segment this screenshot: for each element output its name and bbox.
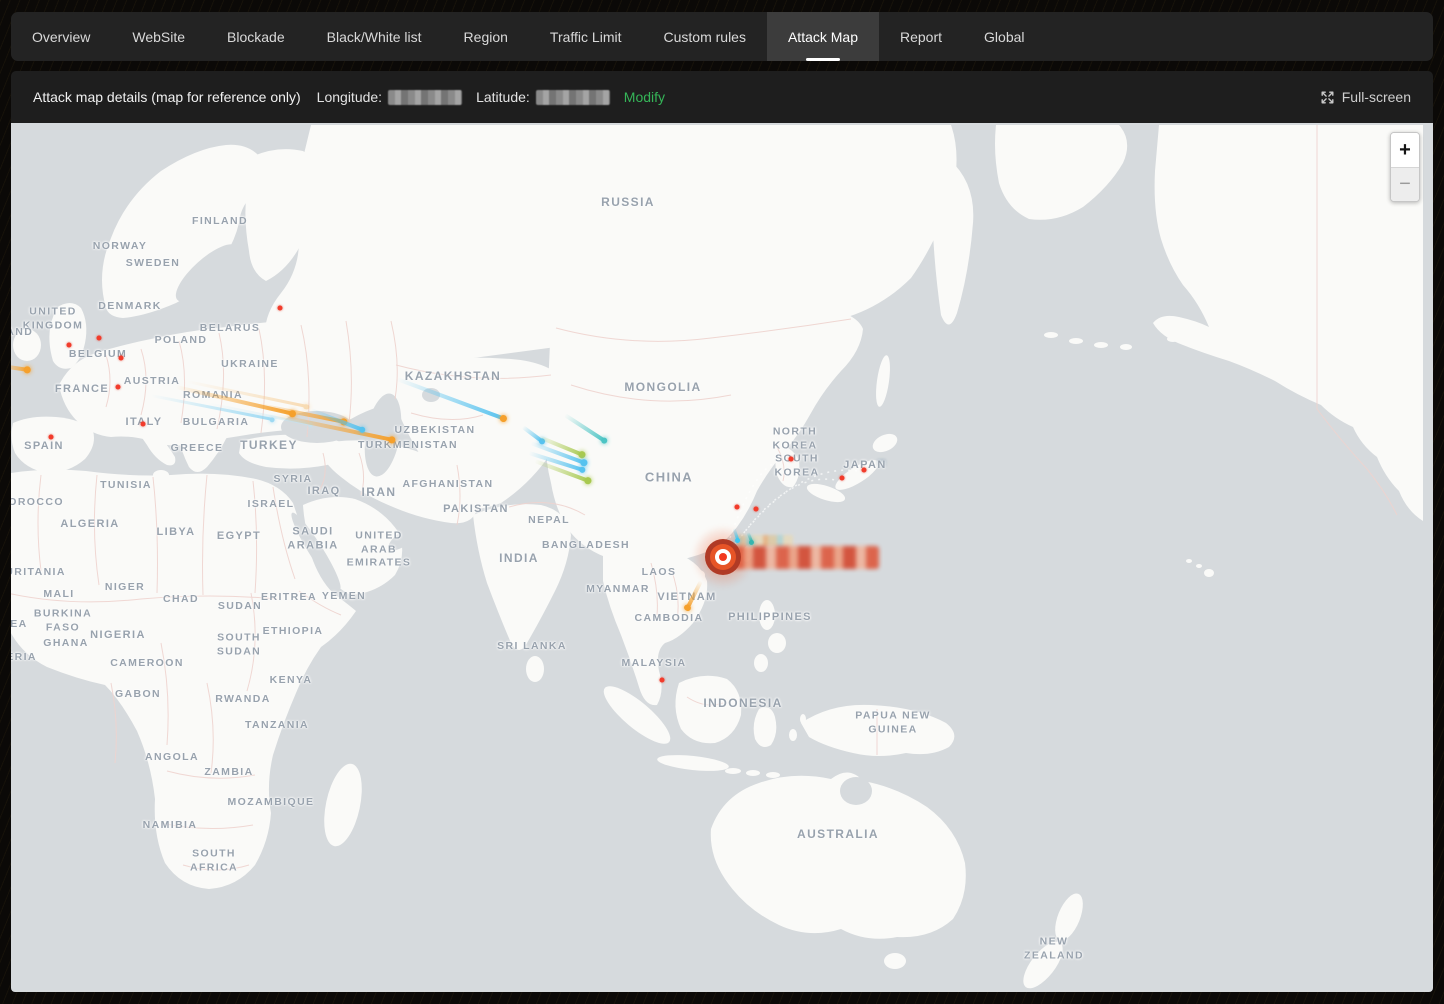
tab-blockade[interactable]: Blockade [206,12,306,61]
attack-source-dot [754,507,759,512]
attack-source-dot [840,476,845,481]
marker-core [719,553,727,561]
page-title: Attack map details (map for reference on… [33,89,301,105]
fullscreen-label: Full-screen [1342,89,1411,105]
nav-tabs: OverviewWebSiteBlockadeBlack/White listR… [11,12,1433,61]
fullscreen-button[interactable]: Full-screen [1320,89,1411,105]
attack-source-dot [97,336,102,341]
tab-region[interactable]: Region [443,12,529,61]
zoom-in-button[interactable]: + [1391,133,1419,167]
latitude-label: Latitude: [476,89,530,105]
attack-source-dot [862,468,867,473]
map-zoom-control: + − [1390,132,1420,202]
attack-map-toolbar: Attack map details (map for reference on… [11,71,1433,123]
attack-source-dot [141,422,146,427]
tab-website[interactable]: WebSite [111,12,206,61]
active-tab-underline [806,58,840,61]
tab-attack-map[interactable]: Attack Map [767,12,879,61]
attack-source-dot [735,505,740,510]
page: OverviewWebSiteBlockadeBlack/White listR… [0,0,1444,1004]
attack-source-dot [789,457,794,462]
attack-source-dot [119,356,124,361]
longitude-label: Longitude: [317,89,382,105]
tab-global[interactable]: Global [963,12,1045,61]
attack-source-dot [116,385,121,390]
attack-source-dot [660,678,665,683]
tab-traffic-limit[interactable]: Traffic Limit [529,12,643,61]
tab-overview[interactable]: Overview [11,12,111,61]
redacted-artifact [877,459,886,467]
zoom-out-button[interactable]: − [1391,167,1419,201]
longitude-value-redacted [388,90,462,105]
fullscreen-icon [1320,90,1335,105]
attack-source-dot [278,306,283,311]
latitude-value-redacted [536,90,610,105]
attack-source-dot [67,343,72,348]
attack-target-marker[interactable] [703,537,743,577]
tab-report[interactable]: Report [879,12,963,61]
attack-map-canvas[interactable]: + − RUSSIAFINLANDNORWAYSWEDENDENMARKUNIT… [11,123,1433,992]
tab-black-white-list[interactable]: Black/White list [306,12,443,61]
attack-source-dot [49,435,54,440]
tab-custom-rules[interactable]: Custom rules [643,12,767,61]
modify-link[interactable]: Modify [624,89,665,105]
